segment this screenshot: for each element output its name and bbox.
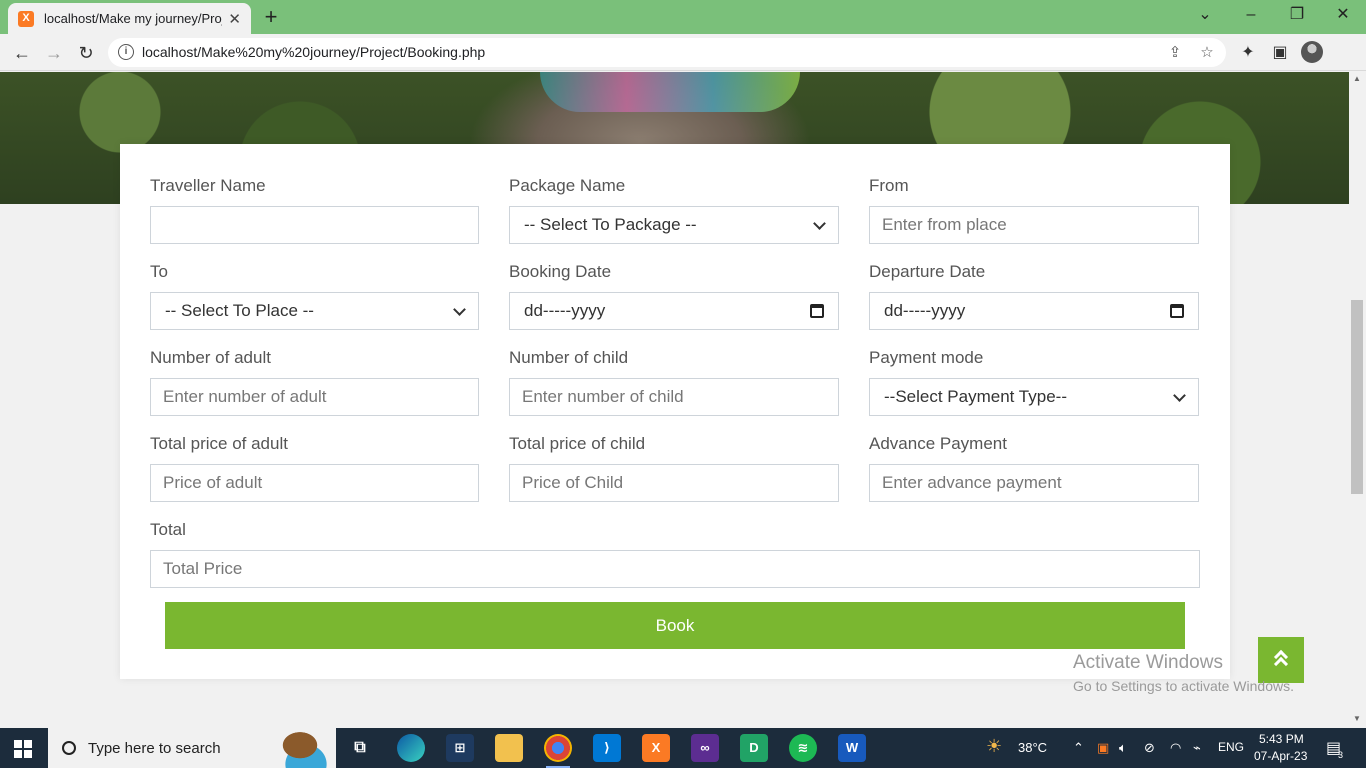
advance-payment-label: Advance Payment [869, 434, 1007, 453]
num-adult-input[interactable] [150, 378, 479, 416]
wifi-icon[interactable]: ◠ [1170, 740, 1181, 756]
xampp-tray-icon[interactable]: ▣ [1097, 740, 1109, 756]
file-explorer-icon[interactable] [495, 734, 523, 762]
tab-close-icon[interactable]: ✕ [228, 10, 241, 28]
close-window-icon[interactable]: ✕ [1320, 0, 1366, 30]
scroll-down-icon[interactable]: ▼ [1353, 714, 1361, 723]
num-child-label: Number of child [509, 348, 629, 367]
visual-studio-icon[interactable]: ∞ [691, 734, 719, 762]
departure-date-value: dd-----yyyy [884, 301, 966, 320]
speaker-icon[interactable]: 🔈︎ [1119, 740, 1127, 756]
windows-start-icon[interactable] [14, 740, 32, 758]
battery-plug-icon[interactable]: ⌁ [1193, 740, 1201, 756]
chevron-down-icon [813, 216, 826, 230]
extensions-puzzle-icon[interactable]: ✦ [1236, 41, 1260, 65]
to-place-select-value: -- Select To Place -- [165, 301, 314, 320]
price-child-label: Total price of child [509, 434, 646, 453]
scroll-up-icon[interactable]: ▲ [1353, 74, 1361, 83]
back-icon[interactable]: ← [8, 39, 36, 67]
task-view-icon[interactable]: ⧉ [346, 734, 374, 762]
dbeaver-app-icon[interactable]: D [740, 734, 768, 762]
num-adult-label: Number of adult [150, 348, 271, 367]
xampp-icon[interactable]: X [642, 734, 670, 762]
tab-search-chevron-icon[interactable]: ⌄ [1182, 0, 1228, 30]
tab-title: localhost/Make my journey/Proje [44, 11, 222, 26]
weather-icon[interactable]: ☀ [986, 736, 1002, 757]
search-highlight-illustration [270, 730, 330, 768]
site-info-icon[interactable]: i [118, 44, 134, 60]
price-adult-label: Total price of adult [150, 434, 288, 453]
vscode-icon[interactable]: ⟩ [593, 734, 621, 762]
reload-icon[interactable]: ↻ [72, 39, 100, 67]
booking-form-card: Traveller Name Package Name -- Select To… [120, 144, 1230, 679]
price-child-input[interactable] [509, 464, 839, 502]
scrollbar-thumb[interactable] [1351, 300, 1363, 494]
page-viewport: Traveller Name Package Name -- Select To… [0, 72, 1349, 728]
total-price-input[interactable] [150, 550, 1200, 588]
url-text: localhost/Make%20my%20journey/Project/Bo… [142, 44, 486, 60]
payment-mode-label: Payment mode [869, 348, 984, 367]
num-child-input[interactable] [509, 378, 839, 416]
minimize-icon[interactable]: – [1228, 0, 1274, 30]
calendar-icon[interactable] [810, 304, 824, 318]
address-bar[interactable]: i localhost/Make%20my%20journey/Project/… [108, 38, 1226, 67]
spotify-icon[interactable]: ≋ [789, 734, 817, 762]
chevron-down-icon [1173, 388, 1186, 402]
new-tab-icon[interactable]: + [258, 4, 284, 30]
to-place-select[interactable]: -- Select To Place -- [150, 292, 479, 330]
restore-icon[interactable]: ❐ [1274, 0, 1320, 30]
language-indicator[interactable]: ENG [1218, 740, 1244, 754]
activate-windows-watermark: Activate Windows Go to Settings to activ… [1073, 652, 1294, 694]
booking-date-label: Booking Date [509, 262, 612, 281]
traveller-name-input[interactable] [150, 206, 479, 244]
tray-overflow-chevron-icon[interactable]: ⌃ [1073, 740, 1084, 756]
share-icon[interactable]: ⇪ [1164, 42, 1186, 64]
traveller-name-label: Traveller Name [150, 176, 266, 195]
payment-mode-select[interactable]: --Select Payment Type-- [869, 378, 1199, 416]
profile-avatar[interactable] [1301, 41, 1323, 63]
advance-payment-input[interactable] [869, 464, 1199, 502]
browser-tab-strip: X localhost/Make my journey/Proje ✕ + ⌄ … [0, 0, 1366, 34]
calendar-icon[interactable] [1170, 304, 1184, 318]
from-label: From [869, 176, 909, 195]
clock-date[interactable]: 07-Apr-23 [1254, 749, 1307, 763]
activate-windows-subtitle: Go to Settings to activate Windows. [1073, 678, 1294, 694]
package-select[interactable]: -- Select To Package -- [509, 206, 839, 244]
departure-date-input[interactable]: dd-----yyyy [869, 292, 1199, 330]
bookmark-star-icon[interactable]: ☆ [1196, 42, 1218, 64]
windows-taskbar: Type here to search ⧉ ⊞ ⟩ X ∞ D ≋ W ☀ 38… [0, 728, 1366, 768]
taskbar-search-text: Type here to search [88, 739, 221, 757]
edge-icon[interactable] [397, 734, 425, 762]
search-icon [62, 741, 76, 755]
xampp-favicon-icon: X [18, 10, 34, 27]
payment-mode-select-value: --Select Payment Type-- [884, 387, 1067, 406]
browser-toolbar: ← → ↻ i localhost/Make%20my%20journey/Pr… [0, 34, 1366, 71]
forward-icon[interactable]: → [40, 39, 68, 67]
browser-tab[interactable]: X localhost/Make my journey/Proje ✕ [8, 3, 251, 34]
hero-person-figure [540, 72, 800, 112]
from-input[interactable] [869, 206, 1199, 244]
taskbar-search-box[interactable]: Type here to search [48, 728, 336, 768]
to-label: To [150, 262, 168, 281]
chrome-icon[interactable] [544, 734, 572, 768]
booking-date-input[interactable]: dd-----yyyy [509, 292, 839, 330]
clock-time[interactable]: 5:43 PM [1259, 732, 1304, 746]
side-panel-icon[interactable]: ▣ [1268, 41, 1292, 65]
store-icon[interactable]: ⊞ [446, 734, 474, 762]
price-adult-input[interactable] [150, 464, 479, 502]
package-select-value: -- Select To Package -- [524, 215, 697, 234]
book-button[interactable]: Book [165, 602, 1185, 649]
total-label: Total [150, 520, 186, 539]
weather-temp[interactable]: 38°C [1018, 740, 1047, 755]
notification-count: 3 [1338, 750, 1344, 760]
departure-date-label: Departure Date [869, 262, 986, 281]
word-icon[interactable]: W [838, 734, 866, 762]
chevron-down-icon [453, 302, 466, 316]
booking-date-value: dd-----yyyy [524, 301, 606, 320]
network-error-icon[interactable]: ⊘ [1144, 740, 1155, 756]
package-name-label: Package Name [509, 176, 626, 195]
activate-windows-title: Activate Windows [1073, 652, 1223, 673]
